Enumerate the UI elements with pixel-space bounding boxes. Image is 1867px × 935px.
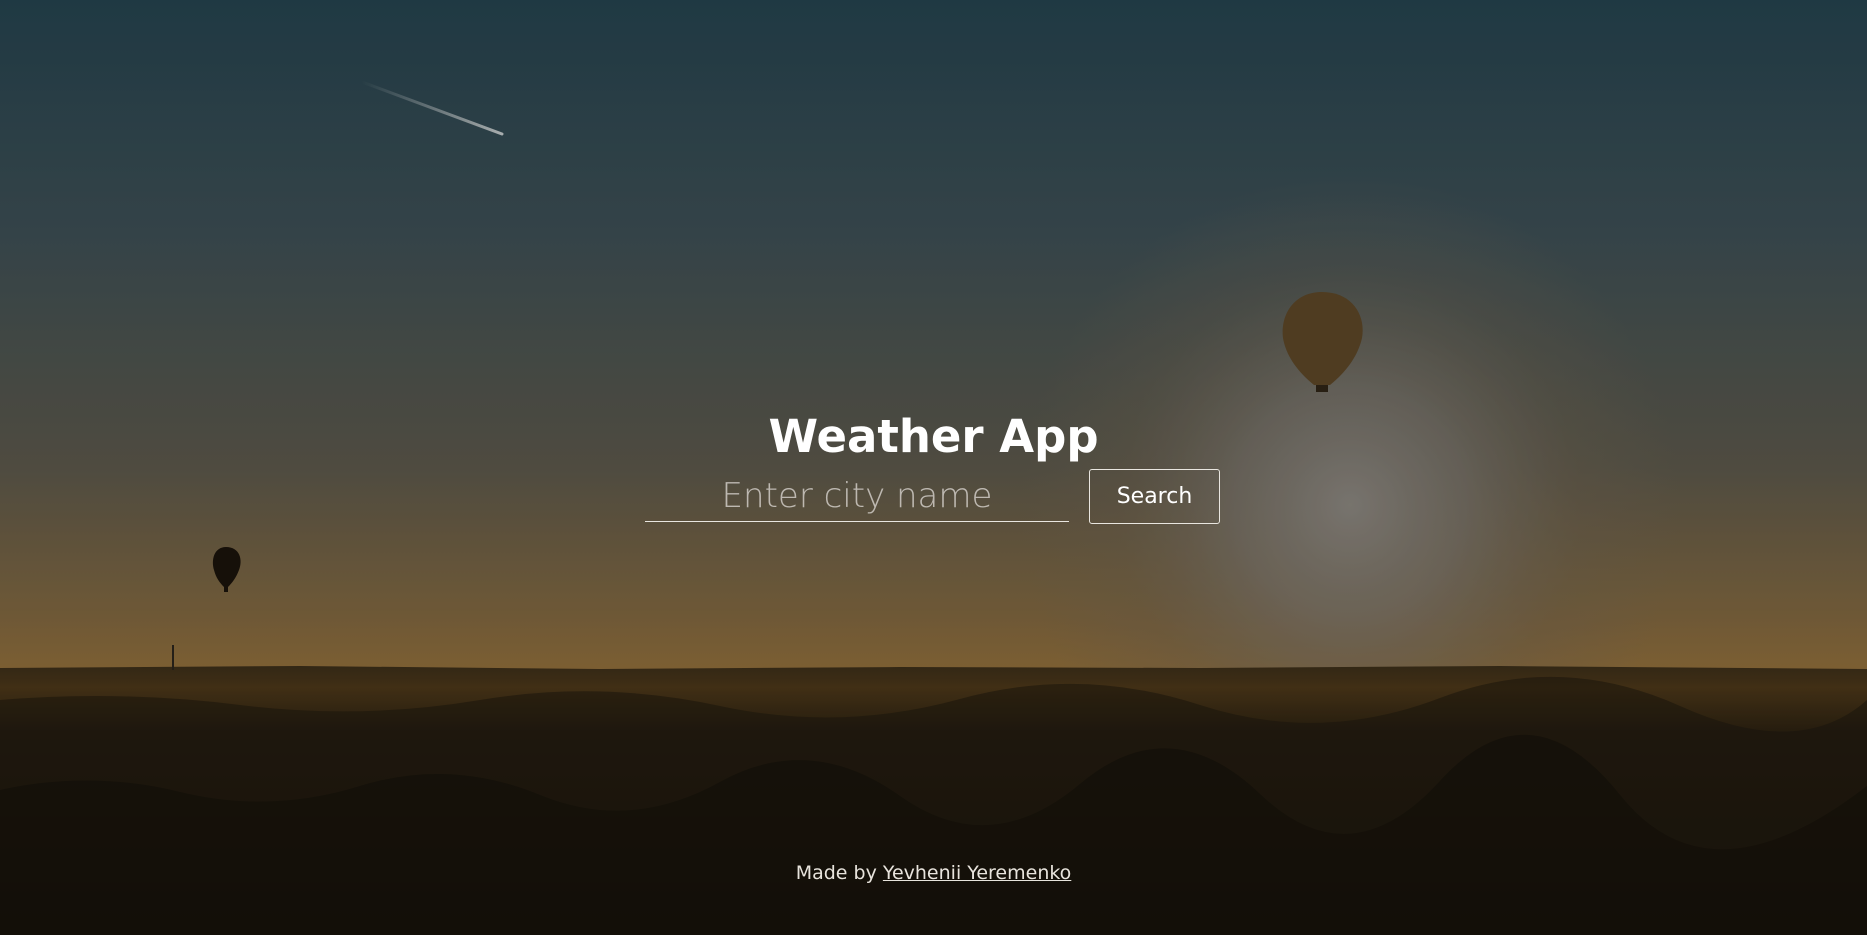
search-button[interactable]: Search: [1089, 469, 1220, 524]
background-photo: [0, 0, 1867, 935]
author-link[interactable]: Yevhenii Yeremenko: [883, 862, 1071, 884]
city-search-input[interactable]: [645, 470, 1069, 522]
footer-credit: Made by Yevhenii Yeremenko: [0, 861, 1867, 885]
footer-prefix: Made by: [795, 862, 877, 884]
weather-app-page: Weather App Search Made by Yevhenii Yere…: [0, 0, 1867, 935]
app-title: Weather App: [768, 410, 1099, 463]
